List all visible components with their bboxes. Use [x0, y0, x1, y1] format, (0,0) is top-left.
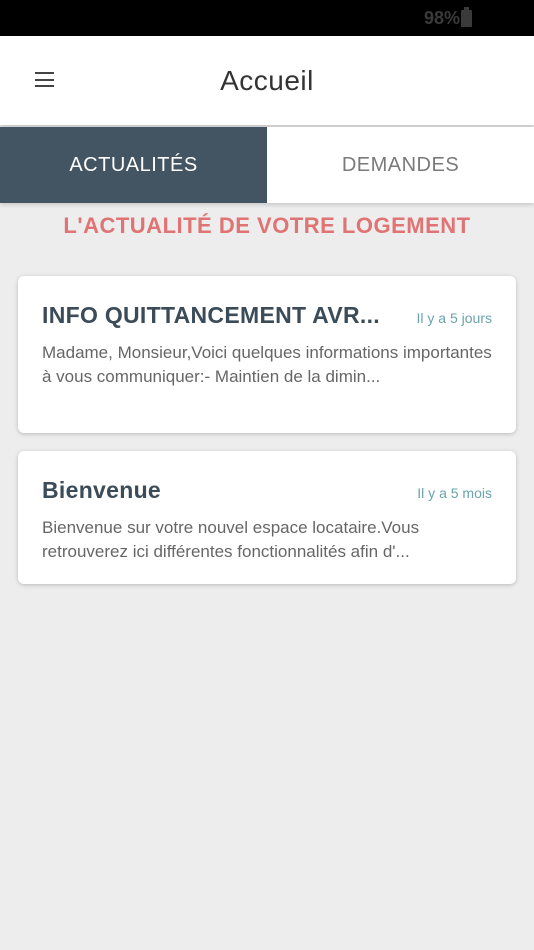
battery-icon [461, 7, 472, 27]
tab-demandes[interactable]: DEMANDES [267, 127, 534, 203]
news-card[interactable]: INFO QUITTANCEMENT AVR... Il y a 5 jours… [18, 276, 516, 433]
hamburger-menu-icon[interactable] [35, 72, 54, 87]
tab-bar: ACTUALITÉS DEMANDES [0, 127, 534, 203]
news-date: Il y a 5 mois [417, 485, 492, 501]
news-excerpt: Madame, Monsieur,Voici quelques informat… [42, 343, 492, 386]
battery-percentage: 98% [423, 7, 460, 28]
news-title: Bienvenue [42, 477, 162, 503]
news-card[interactable]: Bienvenue Il y a 5 mois Bienvenue sur vo… [18, 451, 516, 584]
status-bar: 98% [0, 0, 534, 36]
tab-actualites[interactable]: ACTUALITÉS [0, 127, 267, 203]
news-excerpt: Bienvenue sur votre nouvel espace locata… [42, 518, 420, 561]
app-header: Accueil [0, 36, 534, 125]
news-title: INFO QUITTANCEMENT AVR... [42, 302, 381, 328]
page-title: Accueil [220, 64, 314, 96]
news-date: Il y a 5 jours [416, 310, 492, 326]
section-title: L'ACTUALITÉ DE VOTRE LOGEMENT [63, 213, 471, 238]
